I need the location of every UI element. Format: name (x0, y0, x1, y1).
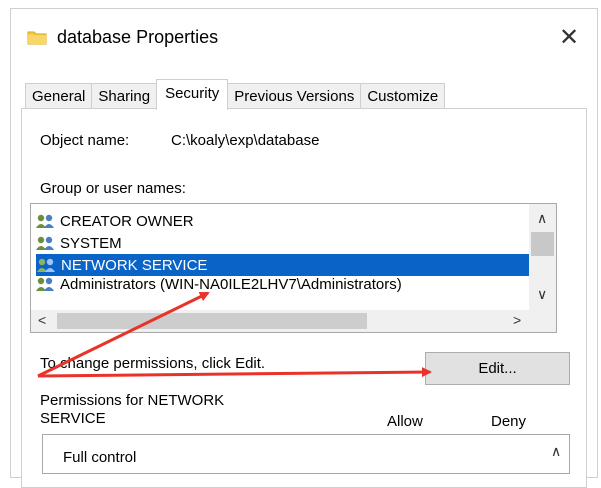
list-item-selected[interactable]: NETWORK SERVICE (36, 254, 530, 276)
title-bar: database Properties ✕ (11, 9, 597, 65)
object-name-value: C:\koaly\exp\database (171, 132, 320, 149)
scroll-left-icon[interactable]: < (38, 312, 46, 328)
deny-column-header: Deny (491, 413, 527, 430)
user-name: NETWORK SERVICE (61, 256, 208, 274)
folder-icon (27, 31, 47, 45)
tab-sharing[interactable]: Sharing (91, 83, 158, 109)
vertical-scrollbar[interactable]: ∧ ∨ (529, 204, 556, 311)
tab-general[interactable]: General (25, 83, 93, 109)
scroll-down-icon[interactable]: ∨ (537, 286, 547, 303)
permissions-for-line2: SERVICE (40, 410, 106, 427)
tab-security[interactable]: Security (156, 79, 229, 110)
permissions-for-label: Permissions for NETWORK SERVICE (40, 392, 224, 428)
list-item[interactable]: SYSTEM (35, 232, 122, 254)
user-name: SYSTEM (60, 234, 122, 252)
permission-name: Full control (63, 449, 137, 466)
window-title: database Properties (57, 27, 219, 47)
permissions-list[interactable]: Full control ∧ (42, 434, 570, 474)
change-permissions-text: To change permissions, click Edit. (40, 355, 266, 372)
scroll-up-icon[interactable]: ∧ (537, 210, 547, 227)
tab-bar: General Sharing Security Previous Versio… (25, 79, 446, 110)
users-icon (37, 258, 55, 272)
horizontal-scrollbar[interactable]: < > (31, 310, 556, 332)
scroll-right-icon[interactable]: > (513, 312, 521, 328)
object-name-label: Object name: (40, 132, 130, 149)
user-name: CREATOR OWNER (60, 212, 194, 230)
horizontal-scroll-thumb[interactable] (57, 313, 367, 329)
users-icon (36, 236, 54, 250)
users-icon (36, 214, 54, 228)
list-item[interactable]: Administrators (WIN-NA0ILE2LHV7\Administ… (35, 276, 402, 294)
vertical-scroll-thumb[interactable] (531, 232, 554, 256)
list-item[interactable]: CREATOR OWNER (35, 210, 194, 232)
edit-button[interactable]: Edit... (425, 352, 570, 385)
scroll-up-icon[interactable]: ∧ (551, 443, 561, 460)
group-or-user-names-label: Group or user names: (40, 180, 186, 197)
close-button[interactable]: ✕ (551, 19, 587, 55)
user-name: Administrators (WIN-NA0ILE2LHV7\Administ… (60, 276, 402, 293)
tab-previous-versions[interactable]: Previous Versions (227, 83, 362, 109)
tab-customize[interactable]: Customize (360, 83, 446, 109)
close-icon: ✕ (558, 23, 580, 51)
permissions-for-line1: Permissions for NETWORK (40, 392, 225, 409)
user-list[interactable]: CREATOR OWNER SYSTEM NETWORK SERVICE Adm… (30, 203, 557, 333)
allow-column-header: Allow (387, 413, 423, 430)
users-icon (36, 277, 54, 291)
